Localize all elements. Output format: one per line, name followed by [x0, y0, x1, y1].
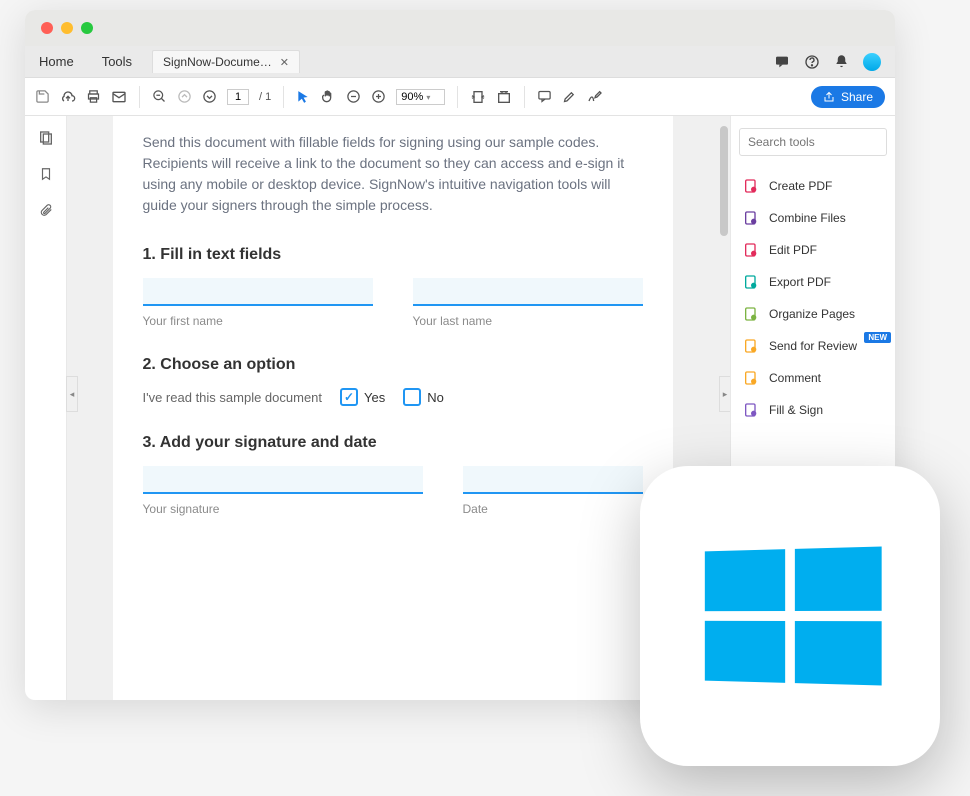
zoom-plus-icon[interactable]	[371, 89, 386, 104]
fit-page-icon[interactable]	[496, 89, 512, 105]
page-down-icon[interactable]	[202, 89, 217, 104]
share-label: Share	[841, 90, 873, 104]
attachment-icon[interactable]	[39, 202, 53, 218]
window-minimize-button[interactable]	[61, 22, 73, 34]
windows-icon	[705, 546, 882, 685]
tool-icon	[743, 242, 759, 258]
left-sidebar	[25, 116, 67, 700]
tool-icon	[743, 306, 759, 322]
tool-item-comment[interactable]: Comment	[739, 362, 887, 394]
cloud-upload-icon[interactable]	[60, 89, 76, 105]
titlebar	[25, 10, 895, 46]
document-intro: Send this document with fillable fields …	[143, 132, 643, 216]
page-up-icon[interactable]	[177, 89, 192, 104]
thumbnails-icon[interactable]	[38, 130, 54, 146]
tool-item-edit-pdf[interactable]: Edit PDF	[739, 234, 887, 266]
chat-icon[interactable]	[774, 54, 790, 70]
tool-icon	[743, 210, 759, 226]
tool-label: Edit PDF	[769, 243, 817, 257]
page-number-input[interactable]	[227, 89, 249, 105]
bell-icon[interactable]	[834, 54, 849, 69]
windows-logo-card	[640, 466, 940, 766]
help-icon[interactable]	[804, 54, 820, 70]
toolbar: / 1 90% ▾ Share	[25, 78, 895, 116]
tab-document[interactable]: SignNow-Docume… ✕	[152, 50, 300, 73]
tool-icon	[743, 274, 759, 290]
tool-label: Combine Files	[769, 211, 846, 225]
tool-label: Fill & Sign	[769, 403, 823, 417]
section-2-heading: 2. Choose an option	[143, 356, 643, 374]
no-label: No	[427, 390, 444, 405]
last-name-input[interactable]	[413, 278, 643, 306]
tool-icon	[743, 338, 759, 354]
search-tools-input[interactable]	[739, 128, 887, 156]
consent-text: I've read this sample document	[143, 390, 323, 405]
share-icon	[823, 91, 835, 103]
tab-home[interactable]: Home	[25, 46, 88, 77]
zoom-minus-icon[interactable]	[346, 89, 361, 104]
date-input[interactable]	[463, 466, 643, 494]
section-1-heading: 1. Fill in text fields	[143, 246, 643, 264]
save-icon[interactable]	[35, 89, 50, 104]
tool-icon	[743, 178, 759, 194]
zoom-select[interactable]: 90% ▾	[396, 89, 445, 105]
signature-input[interactable]	[143, 466, 423, 494]
yes-label: Yes	[364, 390, 385, 405]
last-name-label: Your last name	[413, 314, 643, 328]
tool-icon	[743, 402, 759, 418]
pointer-icon[interactable]	[296, 90, 310, 104]
share-button[interactable]: Share	[811, 86, 885, 108]
avatar[interactable]	[863, 53, 881, 71]
fit-width-icon[interactable]	[470, 89, 486, 105]
tool-icon	[743, 370, 759, 386]
tool-label: Send for Review	[769, 339, 857, 353]
document-area: ◂ Send this document with fillable field…	[67, 116, 730, 700]
mail-icon[interactable]	[111, 89, 127, 105]
tool-item-organize-pages[interactable]: Organize Pages	[739, 298, 887, 330]
document-page: Send this document with fillable fields …	[113, 116, 673, 700]
tool-item-send-for-review[interactable]: Send for ReviewNEW	[739, 330, 887, 362]
highlight-icon[interactable]	[562, 89, 577, 104]
date-label: Date	[463, 502, 643, 516]
checkbox-no[interactable]	[403, 388, 421, 406]
sign-icon[interactable]	[587, 89, 603, 105]
checkbox-yes[interactable]: ✓	[340, 388, 358, 406]
tab-tools[interactable]: Tools	[88, 46, 146, 77]
window-close-button[interactable]	[41, 22, 53, 34]
tool-item-fill-sign[interactable]: Fill & Sign	[739, 394, 887, 426]
tool-label: Comment	[769, 371, 821, 385]
print-icon[interactable]	[86, 89, 101, 104]
section-3-heading: 3. Add your signature and date	[143, 434, 643, 452]
tab-bar: Home Tools SignNow-Docume… ✕	[25, 46, 895, 78]
tab-document-label: SignNow-Docume…	[163, 55, 272, 69]
close-icon[interactable]: ✕	[280, 56, 289, 69]
bookmark-icon[interactable]	[39, 166, 53, 182]
tool-label: Create PDF	[769, 179, 832, 193]
tool-item-combine-files[interactable]: Combine Files	[739, 202, 887, 234]
hand-icon[interactable]	[320, 89, 336, 105]
scroll-thumb[interactable]	[720, 126, 728, 236]
window-maximize-button[interactable]	[81, 22, 93, 34]
tool-label: Export PDF	[769, 275, 831, 289]
tool-item-export-pdf[interactable]: Export PDF	[739, 266, 887, 298]
badge-new: NEW	[864, 332, 891, 343]
collapse-left-handle[interactable]: ◂	[66, 376, 78, 412]
page-total: / 1	[259, 91, 271, 103]
zoom-out-icon[interactable]	[152, 89, 167, 104]
tool-label: Organize Pages	[769, 307, 855, 321]
tool-item-create-pdf[interactable]: Create PDF	[739, 170, 887, 202]
first-name-label: Your first name	[143, 314, 373, 328]
comment-icon[interactable]	[537, 89, 552, 104]
first-name-input[interactable]	[143, 278, 373, 306]
signature-label: Your signature	[143, 502, 423, 516]
